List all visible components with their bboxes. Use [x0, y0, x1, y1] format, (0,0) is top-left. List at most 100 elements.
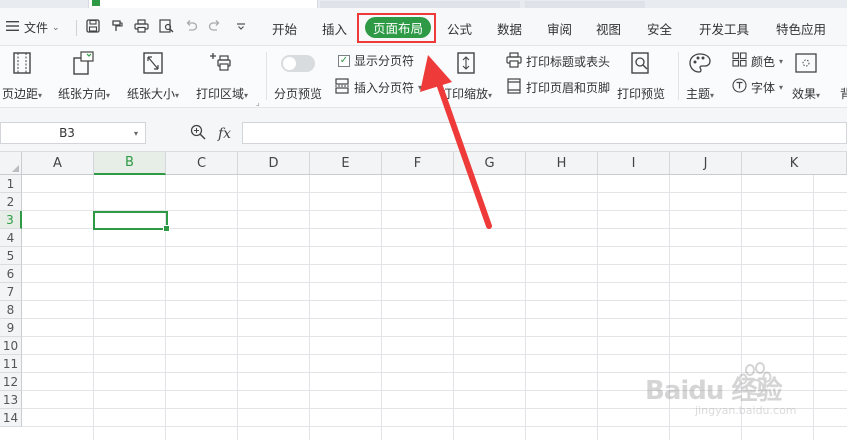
print-header-footer-button[interactable]: 打印页眉和页脚 — [506, 78, 610, 97]
row-header[interactable]: 1 — [0, 175, 22, 193]
tab-formulas[interactable]: 公式 — [447, 19, 472, 38]
print-titles-button[interactable]: 打印标题或表头 — [506, 52, 610, 71]
colors-label: 颜色 — [751, 54, 776, 69]
row-header[interactable]: 8 — [0, 301, 22, 319]
chevron-down-icon: ▾ — [418, 83, 423, 92]
print-icon[interactable] — [132, 17, 150, 35]
tab-view[interactable]: 视图 — [596, 19, 621, 38]
print-scale-label: 打印缩放 — [440, 87, 489, 101]
column-header[interactable]: C — [166, 152, 238, 175]
row-header[interactable]: 9 — [0, 319, 22, 337]
select-all-corner[interactable] — [0, 152, 22, 175]
file-menu[interactable]: 文件 ⌄ — [6, 19, 60, 36]
save-icon[interactable] — [84, 17, 102, 35]
print-area-button[interactable]: 打印区域▾ — [196, 50, 248, 102]
formula-bar: B3 ▾ fx — [0, 108, 847, 152]
document-tab[interactable] — [88, 0, 318, 8]
selected-cell[interactable] — [93, 211, 170, 232]
column-header[interactable]: K — [742, 152, 847, 175]
row-header[interactable]: 14 — [0, 409, 22, 427]
dialog-launcher-icon[interactable]: ⌟ — [256, 98, 260, 107]
header-footer-icon — [506, 78, 522, 97]
margins-button[interactable]: 页边距▾ — [2, 50, 42, 102]
zoom-magnifier-icon[interactable] — [190, 124, 206, 143]
divider — [76, 20, 77, 36]
background-button-partial[interactable]: 背 — [840, 85, 847, 102]
fonts-label: 字体 — [751, 80, 776, 95]
print-scale-button[interactable]: 打印缩放▾ — [440, 50, 492, 102]
effects-label: 效果 — [792, 87, 817, 101]
customize-quick-access-icon[interactable] — [232, 17, 250, 35]
print-titles-icon — [506, 52, 522, 71]
undo-icon[interactable] — [182, 17, 200, 35]
row-header[interactable]: 5 — [0, 247, 22, 265]
tab-home[interactable]: 开始 — [272, 19, 297, 38]
insert-function-icon[interactable]: fx — [218, 126, 231, 142]
column-header[interactable]: G — [454, 152, 526, 175]
effects-button[interactable]: 效果▾ — [792, 50, 820, 102]
print-preview-icon[interactable] — [157, 17, 175, 35]
print-preview-label: 打印预览 — [617, 87, 666, 101]
name-box-value: B3 — [59, 126, 75, 140]
tab-review[interactable]: 审阅 — [547, 19, 572, 38]
insert-page-break-label: 插入分页符 — [354, 81, 415, 95]
show-page-breaks-checkbox[interactable]: ✓ 显示分页符 — [338, 52, 414, 69]
row-header[interactable]: 3 — [0, 211, 22, 229]
row-header[interactable]: 12 — [0, 373, 22, 391]
chevron-down-icon: ▾ — [488, 91, 493, 100]
chevron-down-icon: ▾ — [779, 56, 784, 66]
page-break-icon — [334, 78, 350, 97]
chevron-down-icon: ⌄ — [52, 22, 60, 33]
column-header[interactable]: D — [238, 152, 310, 175]
document-tab[interactable] — [320, 1, 520, 8]
chevron-down-icon: ▾ — [779, 82, 784, 92]
orientation-button[interactable]: 纸张方向▾ — [58, 50, 110, 102]
row-header[interactable]: 2 — [0, 193, 22, 211]
column-header[interactable]: E — [310, 152, 382, 175]
page-break-preview-button[interactable]: 分页预览 — [274, 50, 322, 102]
margins-label: 页边距 — [2, 87, 39, 101]
row-header[interactable]: 4 — [0, 229, 22, 247]
watermark-brand: Baidu 经验 — [645, 376, 782, 406]
toggle-switch[interactable] — [281, 54, 315, 72]
row-header[interactable]: 10 — [0, 337, 22, 355]
page-margins-icon — [8, 50, 36, 76]
insert-page-break-button[interactable]: 插入分页符 ▾ — [334, 78, 422, 97]
column-header[interactable]: F — [382, 152, 454, 175]
tab-insert[interactable]: 插入 — [322, 19, 347, 38]
redo-icon[interactable] — [206, 17, 224, 35]
ribbon-page-layout: 页边距▾ 纸张方向▾ 纸张大小▾ 打印区域▾ ⌟ 分页预览 ✓ 显示分页符 插入… — [0, 46, 847, 108]
print-preview-button[interactable]: 打印预览 — [617, 50, 665, 102]
paper-size-button[interactable]: 纸张大小▾ — [127, 50, 179, 102]
effects-icon — [792, 50, 820, 76]
chevron-down-icon[interactable]: ▾ — [127, 129, 145, 138]
column-header[interactable]: H — [526, 152, 598, 175]
theme-button[interactable]: 主题▾ — [686, 50, 714, 102]
column-header[interactable]: A — [22, 152, 94, 175]
tab-data[interactable]: 数据 — [497, 19, 522, 38]
chevron-down-icon: ▾ — [710, 91, 715, 100]
fonts-button[interactable]: 字体 ▾ — [732, 78, 783, 96]
tab-developer-tools[interactable]: 开发工具 — [699, 19, 749, 38]
checkbox-icon[interactable]: ✓ — [338, 54, 350, 67]
divider — [266, 52, 267, 100]
paper-size-icon — [139, 50, 167, 76]
column-header[interactable]: I — [598, 152, 670, 175]
document-tab[interactable] — [525, 1, 645, 8]
tab-special-apps[interactable]: 特色应用 — [776, 19, 826, 38]
colors-button[interactable]: 颜色 ▾ — [732, 52, 783, 70]
tab-security[interactable]: 安全 — [647, 19, 672, 38]
row-header[interactable]: 6 — [0, 265, 22, 283]
print-preview-icon — [627, 50, 655, 76]
column-header[interactable]: J — [670, 152, 742, 175]
row-header[interactable]: 11 — [0, 355, 22, 373]
formula-input[interactable] — [242, 122, 847, 144]
color-grid-icon — [732, 52, 747, 70]
print-scale-icon — [452, 50, 480, 76]
format-painter-icon[interactable] — [108, 17, 126, 35]
name-box[interactable]: B3 ▾ — [0, 122, 146, 144]
row-header[interactable]: 13 — [0, 391, 22, 409]
column-header[interactable]: B — [94, 152, 166, 175]
font-t-icon — [732, 78, 747, 96]
row-header[interactable]: 7 — [0, 283, 22, 301]
